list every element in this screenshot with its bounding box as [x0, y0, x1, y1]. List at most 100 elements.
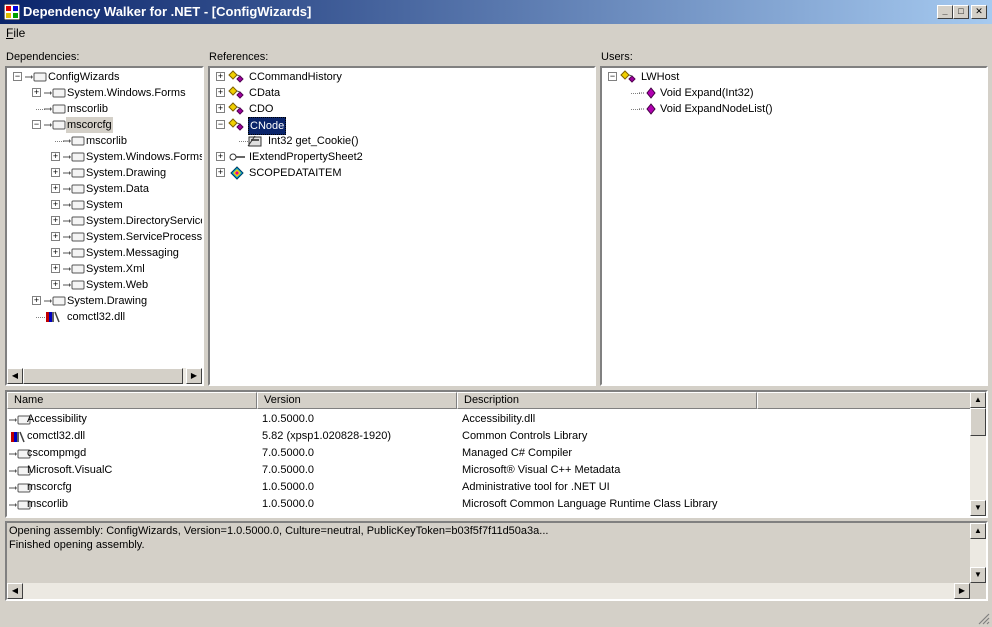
- tree-node[interactable]: + System.Windows.Forms: [7, 149, 202, 165]
- tree-node-label: comctl32.dll: [67, 311, 126, 323]
- log-panel[interactable]: Opening assembly: ConfigWizards, Version…: [5, 521, 988, 601]
- column-header-description[interactable]: Description: [457, 392, 757, 409]
- column-header-name[interactable]: Name: [7, 392, 257, 409]
- tree-node-label: System.DirectoryServices: [86, 215, 204, 227]
- tree-node[interactable]: + CData: [210, 85, 594, 101]
- tree-expander[interactable]: +: [216, 88, 225, 97]
- list-item[interactable]: Accessibility 1.0.5000.0 Accessibility.d…: [7, 411, 973, 428]
- scroll-down-button[interactable]: ▼: [970, 567, 986, 583]
- tree-node-label: mscorlib: [67, 103, 108, 115]
- scroll-down-button[interactable]: ▼: [970, 500, 986, 516]
- resize-grip-icon[interactable]: [978, 613, 990, 625]
- log-vertical-scrollbar[interactable]: ▲ ▼: [970, 523, 986, 583]
- scroll-left-button[interactable]: ◀: [7, 368, 23, 384]
- tree-node[interactable]: + System.Data: [7, 181, 202, 197]
- tree-node-label: System.Data: [86, 183, 149, 195]
- tree-node-label: System.Web: [86, 279, 149, 291]
- menu-file-label: ile: [13, 26, 26, 40]
- tree-node-label: System.Messaging: [86, 247, 179, 259]
- tree-node[interactable]: + IExtendPropertySheet2: [210, 149, 594, 165]
- tree-node[interactable]: + System.Drawing: [7, 293, 202, 309]
- tree-node[interactable]: − CNode: [210, 117, 594, 135]
- tree-node[interactable]: + System.DirectoryServices: [7, 213, 204, 229]
- tree-node-label: mscorlib: [86, 135, 127, 147]
- tree-node[interactable]: + CCommandHistory: [210, 69, 594, 85]
- tree-expander[interactable]: −: [32, 120, 41, 129]
- column-header-version[interactable]: Version: [257, 392, 457, 409]
- tree-node[interactable]: Void Expand(Int32): [602, 85, 986, 101]
- tree-node[interactable]: + CDO: [210, 101, 594, 117]
- tree-node[interactable]: + System.ServiceProcess: [7, 229, 202, 245]
- list-vertical-scrollbar[interactable]: ▲ ▼: [970, 392, 986, 516]
- tree-node[interactable]: − mscorcfg: [7, 117, 202, 133]
- tree-expander[interactable]: +: [51, 184, 60, 193]
- references-tree[interactable]: + CCommandHistory + CData + CDO − CNode Int32 ge…: [208, 66, 596, 386]
- assembly-list[interactable]: Name Version Description Accessibility 1…: [5, 390, 988, 518]
- tree-node[interactable]: + System.Xml: [7, 261, 202, 277]
- tree-expander[interactable]: +: [32, 88, 41, 97]
- dependencies-horizontal-scrollbar[interactable]: ◀ ▶: [7, 368, 202, 384]
- scroll-right-button[interactable]: ▶: [954, 583, 970, 599]
- tree-expander[interactable]: +: [51, 248, 60, 257]
- list-cell-name: Accessibility: [27, 413, 87, 425]
- menu-file[interactable]: File: [6, 26, 25, 40]
- minimize-button[interactable]: _: [937, 5, 953, 19]
- tree-expander[interactable]: +: [51, 280, 60, 289]
- tree-expander[interactable]: +: [216, 168, 225, 177]
- list-item[interactable]: cscompmgd 7.0.5000.0 Managed C# Compiler: [7, 445, 973, 462]
- dependencies-tree[interactable]: − ConfigWizards + System.Windows.Forms mscor…: [5, 66, 204, 386]
- log-line: Opening assembly: ConfigWizards, Version…: [9, 525, 549, 537]
- tree-node[interactable]: − ConfigWizards: [7, 69, 202, 85]
- tree-expander[interactable]: +: [51, 216, 60, 225]
- tree-node[interactable]: mscorlib: [7, 133, 202, 149]
- scroll-up-button[interactable]: ▲: [970, 523, 986, 539]
- list-item[interactable]: comctl32.dll 5.82 (xpsp1.020828-1920) Co…: [7, 428, 973, 445]
- tree-expander[interactable]: −: [13, 72, 22, 81]
- list-item[interactable]: Microsoft.VisualC 7.0.5000.0 Microsoft® …: [7, 462, 973, 479]
- tree-node[interactable]: + SCOPEDATAITEM: [210, 165, 594, 181]
- tree-node[interactable]: + System.Drawing: [7, 165, 202, 181]
- tree-expander[interactable]: −: [608, 72, 617, 81]
- close-button[interactable]: ✕: [971, 5, 987, 19]
- list-item[interactable]: mscorlib 1.0.5000.0 Microsoft Common Lan…: [7, 496, 973, 513]
- tree-node-label: mscorcfg: [66, 117, 113, 133]
- tree-node[interactable]: comctl32.dll: [7, 309, 202, 325]
- tree-node[interactable]: Int32 get_Cookie(): [210, 133, 594, 149]
- tree-node[interactable]: + System: [7, 197, 202, 213]
- users-tree[interactable]: − LWHost Void Expand(Int32) Void ExpandNode…: [600, 66, 988, 386]
- tree-node[interactable]: − LWHost: [602, 69, 986, 85]
- list-cell-version: 7.0.5000.0: [262, 447, 314, 459]
- tree-node[interactable]: + System.Web: [7, 277, 202, 293]
- tree-expander[interactable]: +: [32, 296, 41, 305]
- tree-expander[interactable]: −: [216, 120, 225, 129]
- scroll-left-button[interactable]: ◀: [7, 583, 23, 599]
- tree-node[interactable]: mscorlib: [7, 101, 202, 117]
- tree-node[interactable]: + System.Windows.Forms: [7, 85, 202, 101]
- log-horizontal-scrollbar[interactable]: ◀ ▶: [7, 583, 970, 599]
- tree-expander[interactable]: +: [51, 152, 60, 161]
- list-cell-version: 7.0.5000.0: [262, 464, 314, 476]
- tree-node-label: System: [86, 199, 123, 211]
- tree-node[interactable]: Void ExpandNodeList(): [602, 101, 986, 117]
- tree-expander[interactable]: +: [216, 104, 225, 113]
- scroll-right-button[interactable]: ▶: [186, 368, 202, 384]
- tree-node-label: ConfigWizards: [48, 71, 120, 83]
- scroll-up-button[interactable]: ▲: [970, 392, 986, 408]
- scroll-thumb[interactable]: [23, 368, 183, 384]
- maximize-button[interactable]: □: [953, 5, 969, 19]
- tree-expander[interactable]: +: [51, 200, 60, 209]
- list-cell-version: 1.0.5000.0: [262, 413, 314, 425]
- tree-node-label: IExtendPropertySheet2: [249, 151, 363, 163]
- tree-node-label: Void ExpandNodeList(): [660, 103, 773, 115]
- log-line: Finished opening assembly.: [9, 539, 145, 551]
- tree-expander[interactable]: +: [51, 168, 60, 177]
- scroll-thumb[interactable]: [970, 408, 986, 436]
- tree-expander[interactable]: +: [216, 72, 225, 81]
- list-item[interactable]: mscorcfg 1.0.5000.0 Administrative tool …: [7, 479, 973, 496]
- tree-expander[interactable]: +: [51, 232, 60, 241]
- list-cell-name: cscompmgd: [27, 447, 87, 459]
- tree-expander[interactable]: +: [216, 152, 225, 161]
- tree-expander[interactable]: +: [51, 264, 60, 273]
- tree-node[interactable]: + System.Messaging: [7, 245, 202, 261]
- list-cell-description: Administrative tool for .NET UI: [462, 481, 610, 493]
